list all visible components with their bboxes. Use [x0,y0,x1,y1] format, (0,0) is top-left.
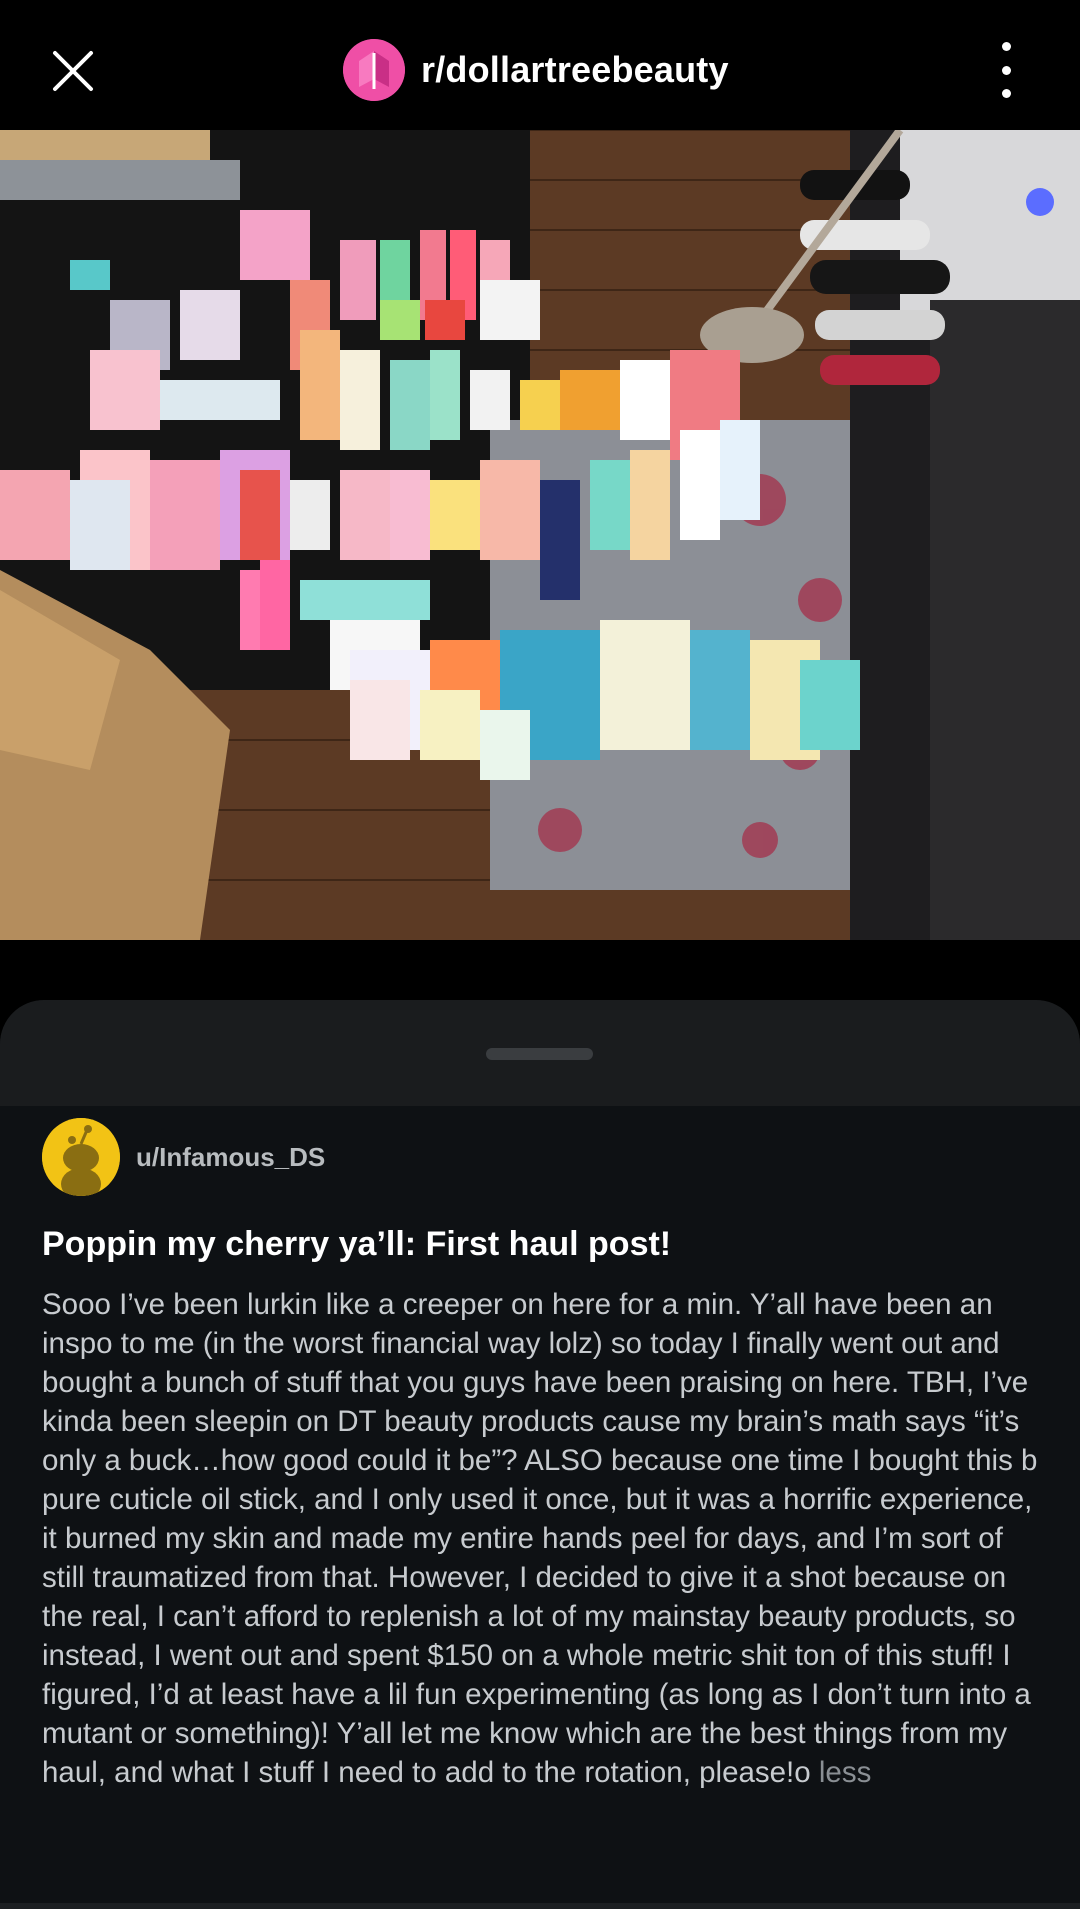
more-options-button[interactable] [990,42,1022,98]
sheet-header [0,1000,1080,1106]
close-icon [53,51,93,91]
show-less-link[interactable]: less [811,1756,871,1789]
author-row[interactable]: u/Infamous_DS [42,1118,325,1196]
subreddit-link[interactable]: r/dollartreebeauty [343,38,729,102]
drag-handle[interactable] [486,1048,593,1060]
post-image[interactable] [0,130,1080,940]
bottom-divider [0,1903,1080,1909]
post-title: Poppin my cherry ya’ll: First haul post! [42,1225,672,1263]
author-name: u/Infamous_DS [136,1141,326,1172]
close-button[interactable] [44,42,102,100]
post-body-text: Sooo I’ve been lurkin like a creeper on … [42,1288,1038,1789]
author-avatar [42,1118,120,1196]
subreddit-name: r/dollartreebeauty [421,49,729,90]
subreddit-avatar [343,39,405,101]
more-vertical-icon [1001,42,1011,51]
post-body: Sooo I’ve been lurkin like a creeper on … [42,1285,1052,1792]
post-details-sheet: u/Infamous_DS Poppin my cherry ya’ll: Fi… [0,1000,1080,1909]
top-bar: r/dollartreebeauty [0,0,1080,130]
